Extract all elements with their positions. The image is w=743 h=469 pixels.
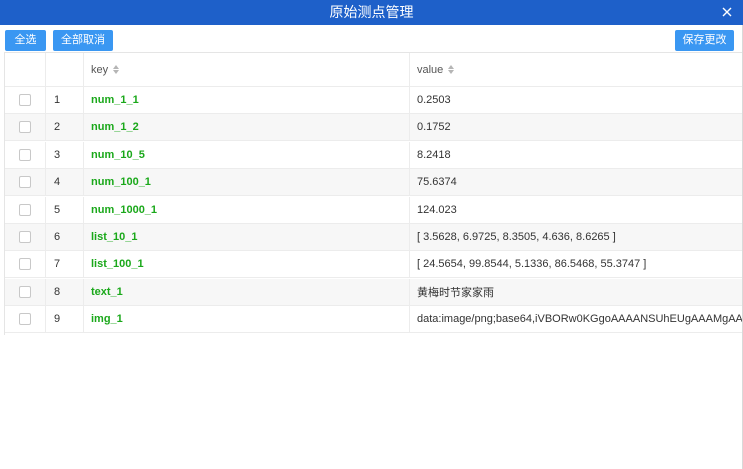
row-checkbox[interactable] xyxy=(19,203,31,216)
row-check-cell xyxy=(5,278,46,305)
row-checkbox[interactable] xyxy=(19,258,31,271)
toolbar: 全选 全部取消 保存更改 xyxy=(0,25,743,51)
sort-icon[interactable] xyxy=(113,65,120,74)
dialog-titlebar: 原始测点管理 xyxy=(0,0,743,25)
row-key-cell: num_1000_1 xyxy=(84,196,410,223)
row-index: 7 xyxy=(46,251,84,278)
row-value: 8.2418 xyxy=(417,148,451,161)
table-header-row: key value xyxy=(5,53,743,87)
deselect-all-button[interactable]: 全部取消 xyxy=(53,30,113,51)
row-value: 0.2503 xyxy=(417,94,451,106)
row-index: 6 xyxy=(46,224,84,250)
row-check-cell xyxy=(5,169,46,196)
row-index: 2 xyxy=(46,114,84,141)
column-header-key[interactable]: key xyxy=(84,53,410,86)
row-key-cell: num_100_1 xyxy=(84,169,410,196)
close-icon[interactable] xyxy=(717,2,737,22)
row-value: [ 3.5628, 6.9725, 8.3505, 4.636, 8.6265 … xyxy=(417,231,616,243)
row-check-cell xyxy=(5,114,46,141)
row-key-cell: text_1 xyxy=(84,278,410,305)
table-row[interactable]: 1 num_1_1 0.2503 xyxy=(5,87,743,114)
row-checkbox[interactable] xyxy=(19,176,31,189)
row-key: num_1_2 xyxy=(91,121,139,134)
row-check-cell xyxy=(5,141,46,168)
row-checkbox[interactable] xyxy=(19,148,31,161)
row-key: num_1_1 xyxy=(91,94,139,106)
measurement-table: key value 1 num_1_1 0.2503 2 num_1_2 0.1752 3 n… xyxy=(4,52,743,335)
row-key: text_1 xyxy=(91,285,123,298)
table-row[interactable]: 6 list_10_1 [ 3.5628, 6.9725, 8.3505, 4.63… xyxy=(5,224,743,251)
column-header-value[interactable]: value xyxy=(410,53,743,86)
table-row[interactable]: 5 num_1000_1 124.023 xyxy=(5,196,743,224)
row-value: 黄梅时节家家雨 xyxy=(417,286,494,299)
row-value: 124.023 xyxy=(417,203,457,216)
header-check-cell xyxy=(5,53,46,86)
row-key: img_1 xyxy=(91,313,123,326)
row-key-cell: num_10_5 xyxy=(84,141,410,168)
row-check-cell xyxy=(5,196,46,223)
row-key-cell: img_1 xyxy=(84,306,410,333)
row-check-cell xyxy=(5,87,46,113)
row-check-cell xyxy=(5,306,46,333)
row-key: num_100_1 xyxy=(91,176,151,189)
row-checkbox[interactable] xyxy=(19,94,31,106)
row-index: 5 xyxy=(46,196,84,223)
table-row[interactable]: 8 text_1 黄梅时节家家雨 xyxy=(5,278,743,306)
row-key: num_1000_1 xyxy=(91,203,158,216)
row-value: 75.6374 xyxy=(417,176,457,189)
row-checkbox[interactable] xyxy=(19,231,31,243)
row-key: list_10_1 xyxy=(91,231,138,243)
row-key-cell: list_10_1 xyxy=(84,224,410,250)
row-index: 4 xyxy=(46,169,84,196)
row-checkbox[interactable] xyxy=(19,285,31,298)
row-key-cell: num_1_1 xyxy=(84,87,410,113)
dialog-title: 原始测点管理 xyxy=(329,4,414,20)
row-index: 3 xyxy=(46,141,84,168)
row-index: 8 xyxy=(46,278,84,305)
column-header-value-label: value xyxy=(417,63,444,76)
sort-icon[interactable] xyxy=(448,65,455,74)
header-index-cell xyxy=(46,53,84,86)
row-checkbox[interactable] xyxy=(19,121,31,134)
row-check-cell xyxy=(5,224,46,250)
row-key-cell: list_100_1 xyxy=(84,251,410,278)
row-value: [ 24.5654, 99.8544, 5.1336, 86.5468, 55.… xyxy=(417,258,647,271)
table-row[interactable]: 3 num_10_5 8.2418 xyxy=(5,141,743,169)
row-check-cell xyxy=(5,251,46,278)
table-row[interactable]: 7 list_100_1 [ 24.5654, 99.8544, 5.1336, 8… xyxy=(5,251,743,279)
row-value: 0.1752 xyxy=(417,121,451,134)
row-key: num_10_5 xyxy=(91,148,145,161)
row-key: list_100_1 xyxy=(91,258,144,271)
column-header-key-label: key xyxy=(91,63,109,76)
row-index: 1 xyxy=(46,87,84,113)
row-value: data:image/png;base64,iVBORw0KGgoAAAANSU… xyxy=(417,313,743,326)
table-row[interactable]: 2 num_1_2 0.1752 xyxy=(5,114,743,142)
table-row[interactable]: 4 num_100_1 75.6374 xyxy=(5,169,743,197)
row-key-cell: num_1_2 xyxy=(84,114,410,141)
save-changes-button[interactable]: 保存更改 xyxy=(675,30,734,51)
table-row[interactable]: 9 img_1 data:image/png;base64,iVBORw0KGgoA… xyxy=(5,306,743,334)
row-index: 9 xyxy=(46,306,84,333)
row-checkbox[interactable] xyxy=(19,313,31,326)
select-all-button[interactable]: 全选 xyxy=(5,30,46,51)
